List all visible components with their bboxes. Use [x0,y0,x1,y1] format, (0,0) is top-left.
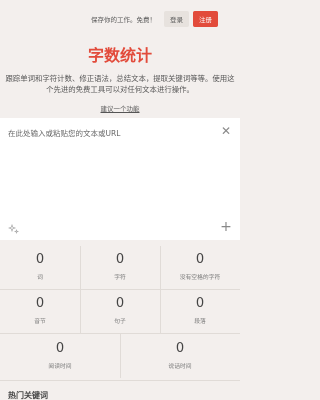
stat-speaking-time-label: 说话时间 [168,364,192,370]
stat-words-value: 0 [35,252,45,267]
keywords-title: 热门关键词 [8,391,48,400]
stat-paragraphs-label: 段落 [194,319,206,325]
stats-row: 0 词 0 字符 0 没有空格的字符 [0,246,240,288]
stat-chars-label: 字符 [114,275,126,281]
page-title: 字数统计 [87,46,152,65]
divider [120,334,121,378]
top-bar: 保存你的工作。免费！ 登录 注册 [0,0,240,38]
stat-syllables-label: 音节 [34,319,46,325]
divider [160,246,161,333]
stat-words: 0 词 [0,246,80,288]
keywords-section: 热门关键词 [0,380,240,400]
stat-speaking-time: 0 说话时间 [120,334,240,378]
stats-row: 0 音节 0 句子 0 段落 [0,290,240,332]
plus-icon[interactable]: + [220,220,232,234]
text-input-area[interactable]: 在此处输入或粘贴您的文本或URL ✕ + [0,118,240,240]
stat-syllables: 0 音节 [0,290,80,332]
stat-paragraphs: 0 段落 [160,290,240,332]
stat-reading-time-label: 阅读时间 [48,364,72,370]
page-description: 跟踪单词和字符计数、修正语法，总结文本，提取关键词等等。使用这个先进的免费工具可… [5,74,235,94]
stat-reading-time-value: 0 [55,341,65,356]
stat-paragraphs-value: 0 [195,296,205,311]
stat-sentences-label: 句子 [114,319,126,325]
signup-button[interactable]: 注册 [193,11,218,27]
stat-sentences-value: 0 [115,296,125,311]
save-prompt: 保存你的工作。免费！ [91,16,156,24]
sparkle-icon[interactable] [7,220,20,235]
stats-panel: 0 词 0 字符 0 没有空格的字符 0 音节 0 句子 0 段落 0 阅读时间 [0,246,240,378]
divider [80,246,81,333]
hero-section: 字数统计 跟踪单词和字符计数、修正语法，总结文本，提取关键词等等。使用这个先进的… [0,40,240,115]
stat-chars-no-space-label: 没有空格的字符 [179,275,221,281]
stat-syllables-value: 0 [35,296,45,311]
text-input-placeholder: 在此处输入或粘贴您的文本或URL [8,129,121,138]
login-button[interactable]: 登录 [164,11,189,27]
stat-speaking-time-value: 0 [175,341,185,356]
stat-chars-value: 0 [115,252,125,267]
stat-reading-time: 0 阅读时间 [0,334,120,378]
close-icon[interactable]: ✕ [220,125,232,137]
stat-words-label: 词 [37,275,43,281]
stat-sentences: 0 句子 [80,290,160,332]
stat-chars-no-space-value: 0 [195,252,205,267]
stat-chars-no-space: 0 没有空格的字符 [160,246,240,288]
suggest-feature-link[interactable]: 建议一个功能 [101,103,140,113]
stat-chars: 0 字符 [80,246,160,288]
